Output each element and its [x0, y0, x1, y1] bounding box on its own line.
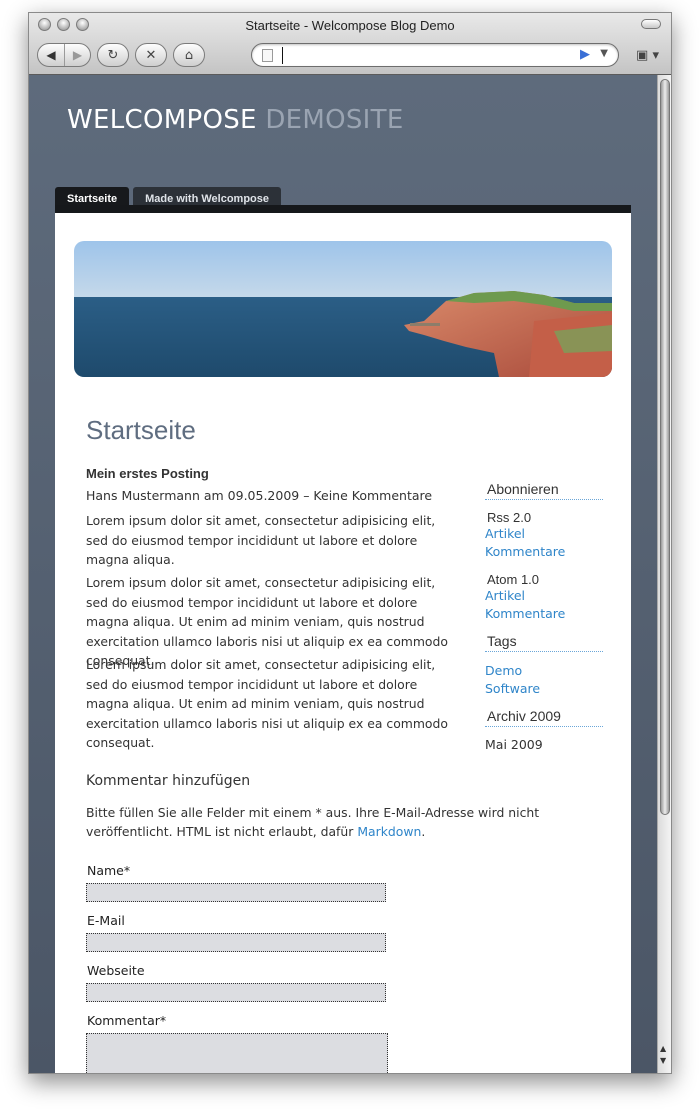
document-icon	[262, 49, 273, 62]
tags-heading: Tags	[485, 633, 603, 652]
name-field[interactable]	[86, 883, 386, 902]
back-forward-group: ◀ ▶	[37, 43, 91, 67]
subscribe-heading: Abonnieren	[485, 481, 603, 500]
archive-item[interactable]: Mai 2009	[485, 737, 605, 752]
back-button[interactable]: ◀	[38, 44, 64, 66]
arrow-left-icon: ◀	[46, 48, 56, 62]
comment-info-end: .	[421, 824, 426, 839]
site-title[interactable]: WELCOMPOSE DEMOSITE	[67, 105, 404, 135]
atom-comments-link[interactable]: Kommentare	[485, 605, 605, 623]
email-label: E-Mail	[87, 913, 125, 928]
page-viewport: WELCOMPOSE DEMOSITE Startseite Made with…	[29, 75, 659, 1073]
content-area: Startseite Mein erstes Posting Hans Must…	[55, 213, 631, 1073]
comment-info-text: Bitte füllen Sie alle Felder mit einem *…	[86, 805, 540, 839]
website-label: Webseite	[87, 963, 145, 978]
vertical-scrollbar[interactable]: ▲ ▼	[657, 75, 671, 1073]
go-arrow-icon[interactable]: ▶	[580, 47, 590, 62]
nav-bar-divider	[55, 205, 631, 213]
comment-form-heading: Kommentar hinzufügen	[86, 773, 251, 789]
name-label: Name*	[87, 863, 131, 878]
atom-articles-link[interactable]: Artikel	[485, 587, 605, 605]
navigation-buttons: ◀ ▶ ↻ ✕ ⌂	[37, 43, 205, 67]
sidebar: Abonnieren Rss 2.0 Artikel Kommentare At…	[485, 481, 605, 752]
stop-button[interactable]: ✕	[135, 43, 167, 67]
window-title: Startseite - Welcompose Blog Demo	[245, 18, 455, 33]
page-title: Startseite	[86, 415, 196, 445]
browser-window: Startseite - Welcompose Blog Demo ◀ ▶ ↻ …	[28, 12, 672, 1074]
markdown-link[interactable]: Markdown	[357, 824, 421, 839]
home-icon: ⌂	[184, 47, 194, 63]
address-bar[interactable]: ▶ ▼	[251, 43, 619, 67]
post-meta: Hans Mustermann am 09.05.2009 – Keine Ko…	[86, 488, 433, 503]
website-field[interactable]	[86, 983, 386, 1002]
comment-label: Kommentar*	[87, 1013, 167, 1028]
coastal-cliff-image	[74, 241, 612, 377]
post-paragraph: Lorem ipsum dolor sit amet, consectetur …	[86, 513, 436, 567]
comment-form-info: Bitte füllen Sie alle Felder mit einem *…	[86, 803, 566, 841]
post-title[interactable]: Mein erstes Posting	[86, 466, 209, 481]
close-icon: ✕	[145, 47, 157, 63]
toolbar-toggle-button[interactable]	[641, 19, 661, 29]
scrollbar-thumb[interactable]	[660, 79, 670, 815]
arrow-right-icon: ▶	[72, 48, 83, 62]
browser-toolbar: Startseite - Welcompose Blog Demo ◀ ▶ ↻ …	[29, 13, 671, 75]
reload-icon: ↻	[107, 47, 119, 63]
tag-demo-link[interactable]: Demo	[485, 662, 605, 680]
camera-icon[interactable]: ▣ ▾	[636, 48, 659, 63]
scroll-up-icon[interactable]: ▲	[660, 1044, 666, 1053]
post-paragraph: Lorem ipsum dolor sit amet, consectetur …	[86, 657, 448, 750]
reload-button[interactable]: ↻	[97, 43, 129, 67]
rss-comments-link[interactable]: Kommentare	[485, 543, 605, 561]
chevron-down-icon[interactable]: ▼	[600, 48, 608, 59]
comment-textarea[interactable]	[86, 1033, 388, 1073]
forward-button[interactable]: ▶	[64, 44, 90, 66]
tag-software-link[interactable]: Software	[485, 680, 605, 698]
site-title-main: WELCOMPOSE	[67, 105, 257, 135]
rss-label: Rss 2.0	[487, 510, 532, 525]
atom-label: Atom 1.0	[487, 572, 540, 587]
header-banner-image	[74, 241, 612, 377]
url-input[interactable]	[282, 47, 542, 64]
email-field[interactable]	[86, 933, 386, 952]
archive-heading: Archiv 2009	[485, 708, 603, 727]
home-button[interactable]: ⌂	[173, 43, 205, 67]
site-title-accent: DEMOSITE	[265, 105, 404, 135]
rss-articles-link[interactable]: Artikel	[485, 525, 605, 543]
scroll-down-icon[interactable]: ▼	[660, 1056, 666, 1065]
